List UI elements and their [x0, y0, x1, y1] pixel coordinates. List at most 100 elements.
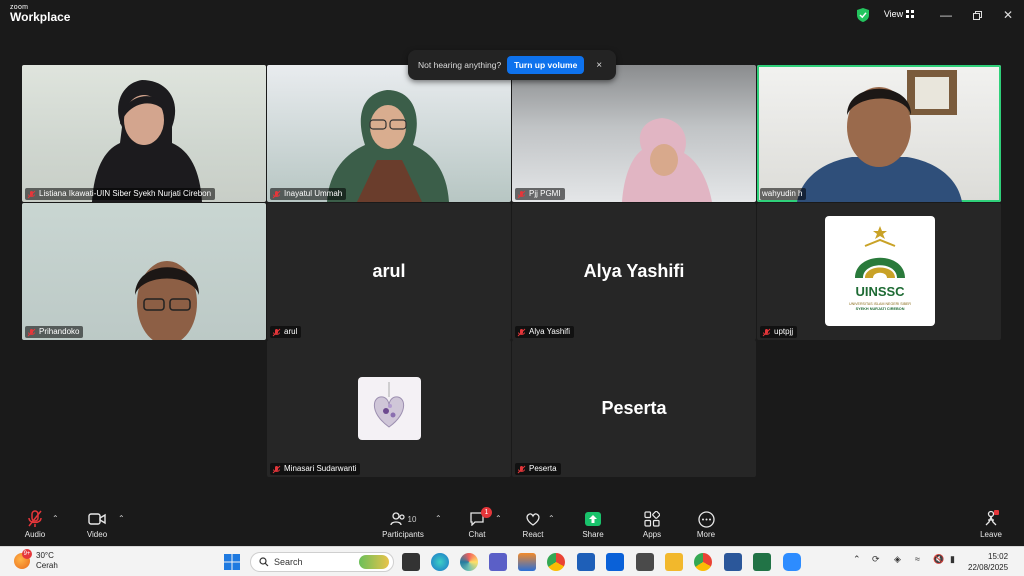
chevron-up-icon[interactable]: ⌃: [435, 514, 442, 523]
participant-tile-active-speaker[interactable]: wahyudin h: [757, 65, 1001, 202]
sync-icon[interactable]: ⟳: [872, 554, 880, 565]
chevron-up-icon[interactable]: ⌃: [52, 514, 59, 523]
participants-label: Participants: [382, 530, 424, 539]
video-feed: [135, 261, 200, 340]
participants-icon: [389, 512, 405, 526]
language-icon[interactable]: ◈: [894, 554, 901, 565]
mic-muted-icon: [27, 328, 36, 336]
weather-temperature: 30°C: [36, 551, 54, 560]
participant-name: Inayatul Ummah: [284, 189, 343, 198]
turn-up-volume-button[interactable]: Turn up volume: [507, 56, 585, 74]
title-bar: zoom Workplace View — ✕: [0, 0, 1024, 30]
logo-text: UINSSC: [855, 284, 905, 299]
chevron-up-icon[interactable]: ⌃: [548, 514, 555, 523]
chrome-profile-icon[interactable]: [694, 553, 712, 571]
taskbar-search-input[interactable]: Search: [250, 552, 394, 572]
chevron-up-icon[interactable]: ⌃: [495, 514, 502, 523]
teams-icon[interactable]: [489, 553, 507, 571]
copilot-icon[interactable]: [460, 553, 478, 571]
mic-muted-icon: [272, 190, 281, 198]
search-icon: [259, 557, 269, 567]
participant-name: uptpjj: [774, 327, 794, 336]
system-clock[interactable]: 15:02 22/08/2025: [968, 551, 1008, 573]
mic-muted-icon: [272, 328, 281, 336]
volume-muted-icon[interactable]: 🔇: [933, 554, 944, 565]
minimize-icon[interactable]: —: [934, 6, 958, 24]
share-label: Share: [582, 530, 604, 539]
windows-start-icon[interactable]: [223, 553, 241, 571]
participant-name: Prihandoko: [39, 327, 80, 336]
more-icon: [697, 510, 715, 528]
share-button[interactable]: Share: [563, 510, 623, 539]
participant-name-tag: wahyudin h: [760, 188, 807, 200]
participant-tile[interactable]: Inayatul Ummah: [267, 65, 511, 202]
chevron-up-icon[interactable]: ⌃: [853, 554, 861, 565]
apps-label: Apps: [642, 530, 662, 539]
participant-tile[interactable]: Alya Yashifi Alya Yashifi: [512, 203, 756, 340]
file-explorer-icon[interactable]: [665, 553, 683, 571]
participant-name-tag: Pjj PGMI: [515, 188, 565, 200]
weather-widget[interactable]: 9+ 30°C Cerah: [14, 549, 58, 571]
participant-name-tag: Inayatul Ummah: [270, 188, 347, 200]
view-label: View: [883, 9, 904, 19]
wifi-icon[interactable]: ≈: [915, 554, 920, 564]
edge-browser-icon[interactable]: [431, 553, 449, 571]
app-icon[interactable]: [577, 553, 595, 571]
apps-icon: [644, 511, 660, 527]
close-window-icon[interactable]: ✕: [996, 6, 1020, 24]
participant-display-name: Peserta: [601, 398, 667, 418]
notification-text: Not hearing anything?: [418, 60, 502, 70]
profile-picture: [358, 377, 421, 440]
zoom-taskbar-icon[interactable]: [783, 553, 801, 571]
uinssc-logo: UINSSC UNIVERSITAS ISLAM NEGERI SIBER SY…: [849, 226, 911, 311]
excel-icon[interactable]: [753, 553, 771, 571]
word-icon[interactable]: [724, 553, 742, 571]
mic-muted-icon: [27, 190, 36, 198]
video-feed: [92, 80, 202, 202]
restore-icon[interactable]: [965, 6, 989, 24]
participant-display-name: Alya Yashifi: [583, 261, 685, 281]
svg-text:UNIVERSITAS ISLAM NEGERI SIBER: UNIVERSITAS ISLAM NEGERI SIBER: [849, 302, 911, 306]
close-notification-icon[interactable]: ×: [596, 60, 602, 71]
leave-button[interactable]: Leave: [961, 510, 1021, 539]
participant-name-tag: Alya Yashifi: [515, 326, 575, 338]
shield-icon[interactable]: [857, 8, 869, 22]
meeting-toolbar: Audio ⌃ Video ⌃ 10 Participants ⌃ 1 Chat…: [0, 502, 1024, 546]
video-feed: [327, 90, 449, 202]
mic-muted-icon: [517, 328, 526, 336]
microsoft-store-icon[interactable]: [518, 553, 536, 571]
task-view-icon[interactable]: [402, 553, 420, 571]
grid-icon: [906, 10, 915, 18]
apps-button[interactable]: Apps: [622, 510, 682, 539]
leave-icon: [985, 510, 999, 526]
participants-button[interactable]: 10 Participants: [373, 510, 433, 539]
chrome-icon[interactable]: [547, 553, 565, 571]
participant-tile[interactable]: Peserta Peserta: [512, 340, 756, 477]
participant-tile[interactable]: Pjj PGMI: [512, 65, 756, 202]
leave-label: Leave: [980, 530, 1002, 539]
participant-tile[interactable]: Minasari Sudarwanti: [267, 340, 511, 477]
weather-badge: 9+: [22, 549, 32, 559]
dropbox-icon[interactable]: [606, 553, 624, 571]
participant-tile[interactable]: arul arul: [267, 203, 511, 340]
audio-label: Audio: [24, 530, 46, 539]
media-player-icon[interactable]: [636, 553, 654, 571]
weather-description: Cerah: [36, 561, 58, 570]
participants-count: 10: [407, 514, 417, 524]
chevron-up-icon[interactable]: ⌃: [118, 514, 125, 523]
zoom-logo: zoom Workplace: [10, 4, 70, 23]
participant-name: Listiana Ikawati-UIN Siber Syekh Nurjati…: [39, 189, 212, 198]
audio-notification: Not hearing anything? Turn up volume ×: [408, 50, 616, 80]
participant-name: Peserta: [529, 464, 557, 473]
view-button[interactable]: View: [875, 4, 923, 24]
mic-muted-icon: [517, 465, 526, 473]
participant-tile[interactable]: Prihandoko: [22, 203, 266, 340]
participant-name: Alya Yashifi: [529, 327, 571, 336]
chat-label: Chat: [468, 530, 486, 539]
participant-tile[interactable]: UINSSC UNIVERSITAS ISLAM NEGERI SIBER SY…: [757, 203, 1001, 340]
video-camera-icon: [88, 513, 106, 525]
battery-icon[interactable]: ▮: [950, 554, 955, 565]
share-screen-icon: [585, 512, 601, 526]
more-button[interactable]: More: [676, 510, 736, 539]
participant-tile[interactable]: Listiana Ikawati-UIN Siber Syekh Nurjati…: [22, 65, 266, 202]
